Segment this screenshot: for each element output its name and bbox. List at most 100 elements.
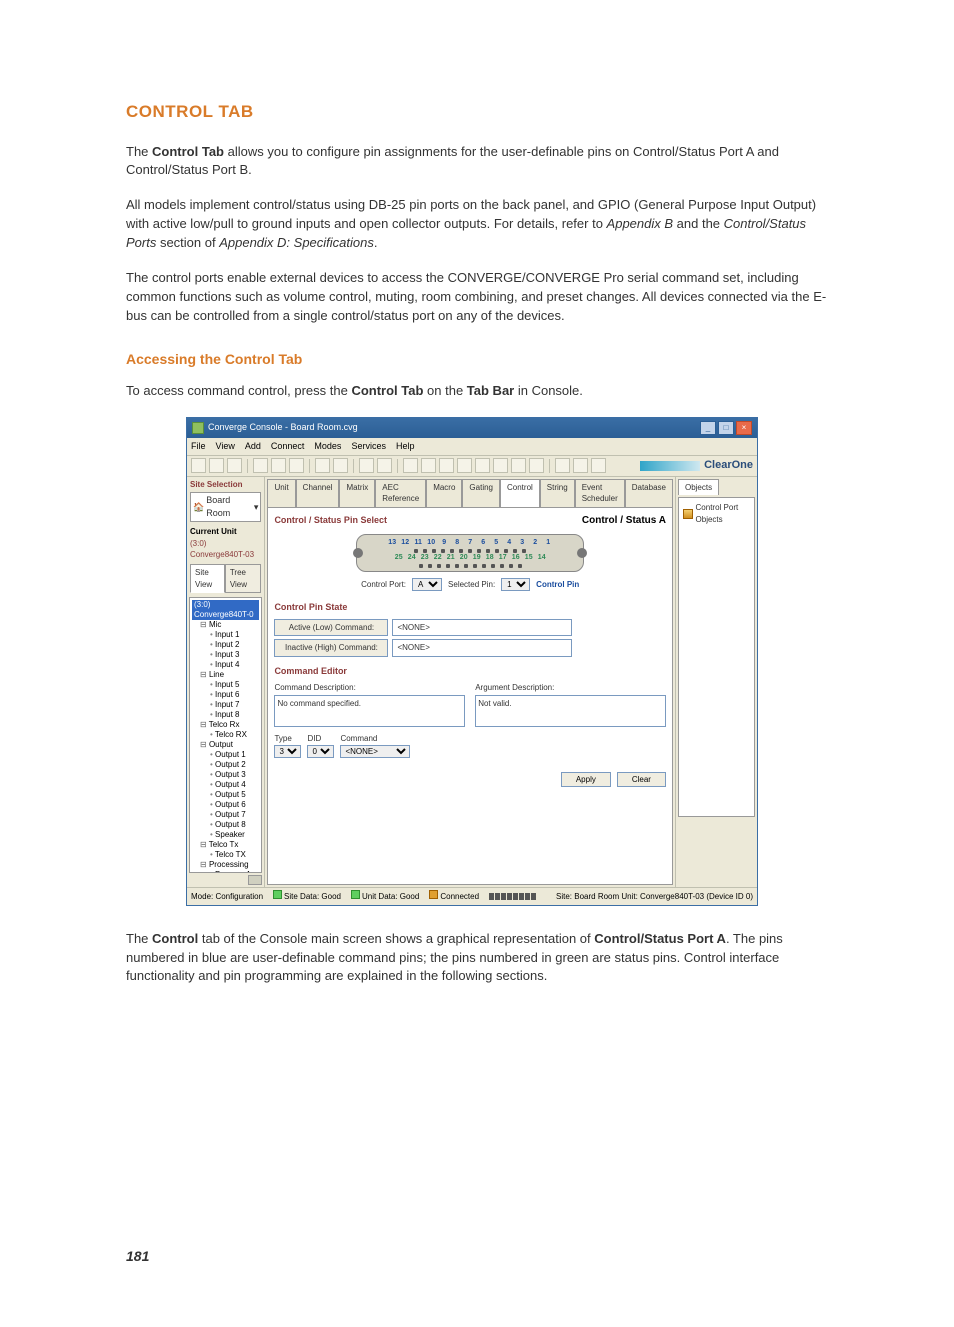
command-select[interactable]: <NONE> <box>340 745 410 758</box>
tree-leaf[interactable]: Input 8 <box>192 710 259 720</box>
tree-leaf[interactable]: Output 7 <box>192 810 259 820</box>
toolbar-button[interactable] <box>493 458 508 473</box>
apply-button[interactable]: Apply <box>561 772 611 787</box>
toolbar-button[interactable] <box>227 458 242 473</box>
tree-leaf[interactable]: Output 8 <box>192 820 259 830</box>
toolbar-button[interactable] <box>439 458 454 473</box>
pin[interactable]: 12 <box>401 538 409 548</box>
tree-group-telcotx[interactable]: Telco Tx <box>192 840 259 850</box>
minimize-button[interactable]: _ <box>700 421 716 435</box>
tab-event[interactable]: Event Scheduler <box>575 479 625 507</box>
site-select[interactable]: 🏠 Board Room ▾ <box>190 492 261 522</box>
tab-gating[interactable]: Gating <box>462 479 500 507</box>
menu-connect[interactable]: Connect <box>271 440 305 453</box>
tab-tree-view[interactable]: Tree View <box>225 564 262 593</box>
tab-matrix[interactable]: Matrix <box>339 479 375 507</box>
inactive-high-value[interactable]: <NONE> <box>392 639 572 657</box>
pin[interactable]: 22 <box>434 553 442 563</box>
toolbar-button[interactable] <box>253 458 268 473</box>
arg-desc-textarea[interactable]: Not valid. <box>475 695 666 727</box>
tree-leaf[interactable]: Telco TX <box>192 850 259 860</box>
tree-leaf[interactable]: Input 2 <box>192 640 259 650</box>
pin[interactable]: 25 <box>395 553 403 563</box>
tab-macro[interactable]: Macro <box>426 479 462 507</box>
tree-group-processing[interactable]: Processing <box>192 860 259 870</box>
pin[interactable]: 8 <box>453 538 461 548</box>
pin[interactable]: 14 <box>538 553 546 563</box>
toolbar-button[interactable] <box>475 458 490 473</box>
tree-group-mic[interactable]: Mic <box>192 620 259 630</box>
toolbar-button[interactable] <box>333 458 348 473</box>
toolbar-button[interactable] <box>271 458 286 473</box>
toolbar-button[interactable] <box>209 458 224 473</box>
pin[interactable]: 15 <box>525 553 533 563</box>
pin[interactable]: 17 <box>499 553 507 563</box>
menu-services[interactable]: Services <box>351 440 386 453</box>
active-low-button[interactable]: Active (Low) Command: <box>274 619 388 637</box>
tab-unit[interactable]: Unit <box>267 479 295 507</box>
close-button[interactable]: × <box>736 421 752 435</box>
pin[interactable]: 3 <box>518 538 526 548</box>
maximize-button[interactable]: □ <box>718 421 734 435</box>
tree-leaf[interactable]: Input 1 <box>192 630 259 640</box>
toolbar-button[interactable] <box>289 458 304 473</box>
tree-leaf[interactable]: Output 5 <box>192 790 259 800</box>
tree-group-line[interactable]: Line <box>192 670 259 680</box>
scrollbar[interactable] <box>187 875 264 887</box>
tab-aec[interactable]: AEC Reference <box>375 479 426 507</box>
chevron-down-icon[interactable]: ▾ <box>254 501 259 514</box>
menu-help[interactable]: Help <box>396 440 415 453</box>
toolbar-button[interactable] <box>591 458 606 473</box>
toolbar-button[interactable] <box>315 458 330 473</box>
tab-database[interactable]: Database <box>625 479 673 507</box>
toolbar-button[interactable] <box>457 458 472 473</box>
menu-modes[interactable]: Modes <box>314 440 341 453</box>
did-select[interactable]: 0 <box>307 745 334 758</box>
pin[interactable]: 20 <box>460 553 468 563</box>
tree-leaf[interactable]: Output 4 <box>192 780 259 790</box>
pin[interactable]: 6 <box>479 538 487 548</box>
type-select[interactable]: 3 <box>274 745 301 758</box>
tree-leaf[interactable]: Telco RX <box>192 730 259 740</box>
tree-group-telcorx[interactable]: Telco Rx <box>192 720 259 730</box>
selected-pin-select[interactable]: 1 <box>501 578 530 591</box>
object-item[interactable]: Control Port Objects <box>683 502 750 525</box>
pin[interactable]: 21 <box>447 553 455 563</box>
toolbar-button[interactable] <box>359 458 374 473</box>
toolbar-button[interactable] <box>377 458 392 473</box>
pin[interactable]: 4 <box>505 538 513 548</box>
tree-leaf[interactable]: Input 6 <box>192 690 259 700</box>
cmd-desc-textarea[interactable]: No command specified. <box>274 695 465 727</box>
toolbar-button[interactable] <box>555 458 570 473</box>
tree-leaf[interactable]: Input 7 <box>192 700 259 710</box>
tab-site-view[interactable]: Site View <box>190 564 225 593</box>
pin[interactable]: 23 <box>421 553 429 563</box>
tree-leaf[interactable]: Output 6 <box>192 800 259 810</box>
tree-group-output[interactable]: Output <box>192 740 259 750</box>
pin[interactable]: 10 <box>427 538 435 548</box>
toolbar-button[interactable] <box>421 458 436 473</box>
toolbar-button[interactable] <box>573 458 588 473</box>
pin[interactable]: 2 <box>531 538 539 548</box>
toolbar-button[interactable] <box>511 458 526 473</box>
pin[interactable]: 1 <box>544 538 552 548</box>
pin[interactable]: 16 <box>512 553 520 563</box>
pin[interactable]: 5 <box>492 538 500 548</box>
tree-leaf[interactable]: Input 3 <box>192 650 259 660</box>
tree-view[interactable]: (3:0) Converge840T-0 Mic Input 1 Input 2… <box>189 597 262 873</box>
pin[interactable]: 19 <box>473 553 481 563</box>
toolbar-button[interactable] <box>529 458 544 473</box>
control-port-select[interactable]: A <box>412 578 442 591</box>
tree-root[interactable]: (3:0) Converge840T-0 <box>192 600 259 620</box>
tree-leaf[interactable]: Output 1 <box>192 750 259 760</box>
inactive-high-button[interactable]: Inactive (High) Command: <box>274 639 388 657</box>
tree-leaf[interactable]: Output 2 <box>192 760 259 770</box>
pin[interactable]: 11 <box>414 538 422 548</box>
pin[interactable]: 7 <box>466 538 474 548</box>
tree-leaf[interactable]: Input 5 <box>192 680 259 690</box>
tree-leaf[interactable]: Speaker <box>192 830 259 840</box>
clear-button[interactable]: Clear <box>617 772 666 787</box>
pin[interactable]: 13 <box>388 538 396 548</box>
toolbar-button[interactable] <box>191 458 206 473</box>
active-low-value[interactable]: <NONE> <box>392 619 572 637</box>
